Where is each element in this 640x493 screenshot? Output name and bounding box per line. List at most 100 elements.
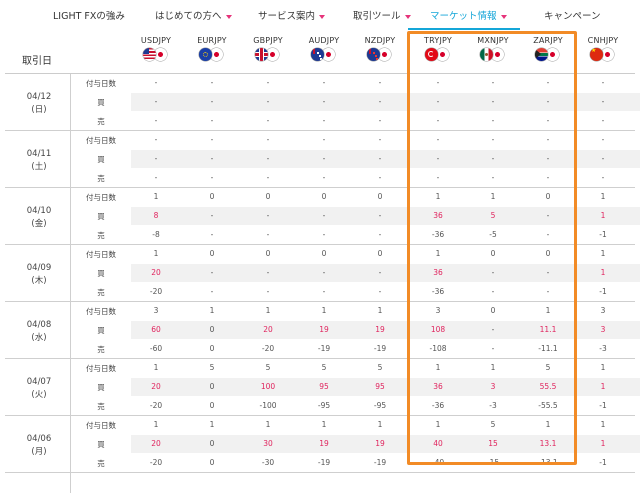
eur-flag-icon [199,48,212,61]
table-cell: - [378,268,382,277]
table-cell: - [210,135,214,144]
currency-flags [199,48,225,62]
nav-item-strengths[interactable]: LIGHT FXの強み [53,8,125,22]
table-cell: 20 [151,268,161,277]
currency-header: GBPJPY [240,36,296,62]
table-cell: -60 [149,344,163,353]
table-cell: 1 [600,249,606,258]
row-separator [5,187,635,188]
nav-item-market-info[interactable]: マーケット情報 [430,8,507,22]
date-cell: 04/10 (金) [8,205,70,231]
currency-flags [367,48,393,62]
currency-code: EURJPY [197,36,227,45]
table-cell: 1 [545,306,551,315]
table-cell: - [601,154,605,163]
weekday-value: (水) [31,333,47,343]
table-cell: 0 [209,382,215,391]
date-cell: 04/06 (月) [8,433,70,459]
table-cell: 1 [600,420,606,429]
table-cell: - [210,97,214,106]
nav-item-label: サービス案内 [258,11,316,22]
table-cell: 1 [600,211,606,220]
table-cell: 3 [435,306,441,315]
row-label-days: 付与日数 [86,136,116,145]
cnh-flag-icon [590,48,603,61]
weekday-value: (火) [31,390,47,400]
currency-flags [143,48,169,62]
table-cell: 0 [209,439,215,448]
date-column-header: 取引日 [22,56,52,67]
table-cell: 60 [151,325,161,334]
currency-header: AUDJPY [296,36,352,62]
table-cell: 1 [377,306,383,315]
nav-item-campaign[interactable]: キャンペーン [544,8,601,22]
table-cell: - [601,78,605,87]
table-cell: - [491,287,495,296]
table-cell: 36 [433,268,443,277]
table-cell: 13.1 [539,439,557,448]
table-cell: 0 [321,192,327,201]
table-cell: 0 [490,249,496,258]
table-cell: 0 [377,249,383,258]
row-label-sell: 売 [97,459,105,468]
table-cell: - [266,97,270,106]
table-cell: - [322,154,326,163]
table-cell: - [154,154,158,163]
currency-code: GBPJPY [253,36,283,45]
table-cell: 0 [209,344,215,353]
table-cell: 11.1 [539,325,557,334]
table-cell: - [266,268,270,277]
table-cell: - [378,97,382,106]
currency-code: CNHJPY [587,36,619,45]
nav-item-beginners[interactable]: はじめての方へ [155,8,232,22]
date-value: 04/08 [26,320,52,330]
table-cell: - [266,154,270,163]
table-cell: - [322,268,326,277]
currency-header: MXNJPY [465,36,521,62]
aud-flag-icon [311,48,324,61]
table-cell: 108 [430,325,446,334]
table-cell: - [154,97,158,106]
table-cell: - [436,78,440,87]
row-label-buy: 買 [97,383,105,392]
weekday-value: (金) [31,219,47,229]
top-navigation: LIGHT FXの強み はじめての方へ サービス案内 取引ツール マーケット情報… [0,0,640,30]
table-cell: -8 [152,230,160,239]
table-cell: 0 [490,306,496,315]
table-cell: 20 [151,382,161,391]
table-cell: 95 [375,382,385,391]
table-cell: 1 [600,439,606,448]
table-cell: 1 [265,306,271,315]
row-label-sell: 売 [97,402,105,411]
nav-item-services[interactable]: サービス案内 [258,8,326,22]
table-cell: - [322,230,326,239]
table-cell: - [491,154,495,163]
table-cell: 5 [377,363,383,372]
table-cell: 19 [375,439,385,448]
table-cell: - [546,135,550,144]
nav-item-tools[interactable]: 取引ツール [353,8,411,22]
weekday-value: (土) [31,162,47,172]
table-cell: 1 [435,249,441,258]
table-cell: 0 [209,401,215,410]
table-cell: -100 [259,401,277,410]
date-value: 04/11 [26,149,52,159]
table-cell: -1 [599,458,607,467]
table-cell: - [378,211,382,220]
row-separator [5,472,635,473]
row-label-sell: 売 [97,174,105,183]
date-cell: 04/07 (火) [8,376,70,402]
table-cell: 0 [321,249,327,258]
table-cell: - [210,78,214,87]
row-label-days: 付与日数 [86,193,116,202]
date-value: 04/07 [26,377,52,387]
table-cell: - [436,173,440,182]
table-cell: - [266,173,270,182]
table-cell: 0 [545,249,551,258]
table-cell: 1 [377,420,383,429]
nav-item-label: キャンペーン [544,11,601,22]
table-cell: - [266,78,270,87]
table-cell: - [546,97,550,106]
table-cell: 5 [209,363,215,372]
table-cell: 36 [433,211,443,220]
